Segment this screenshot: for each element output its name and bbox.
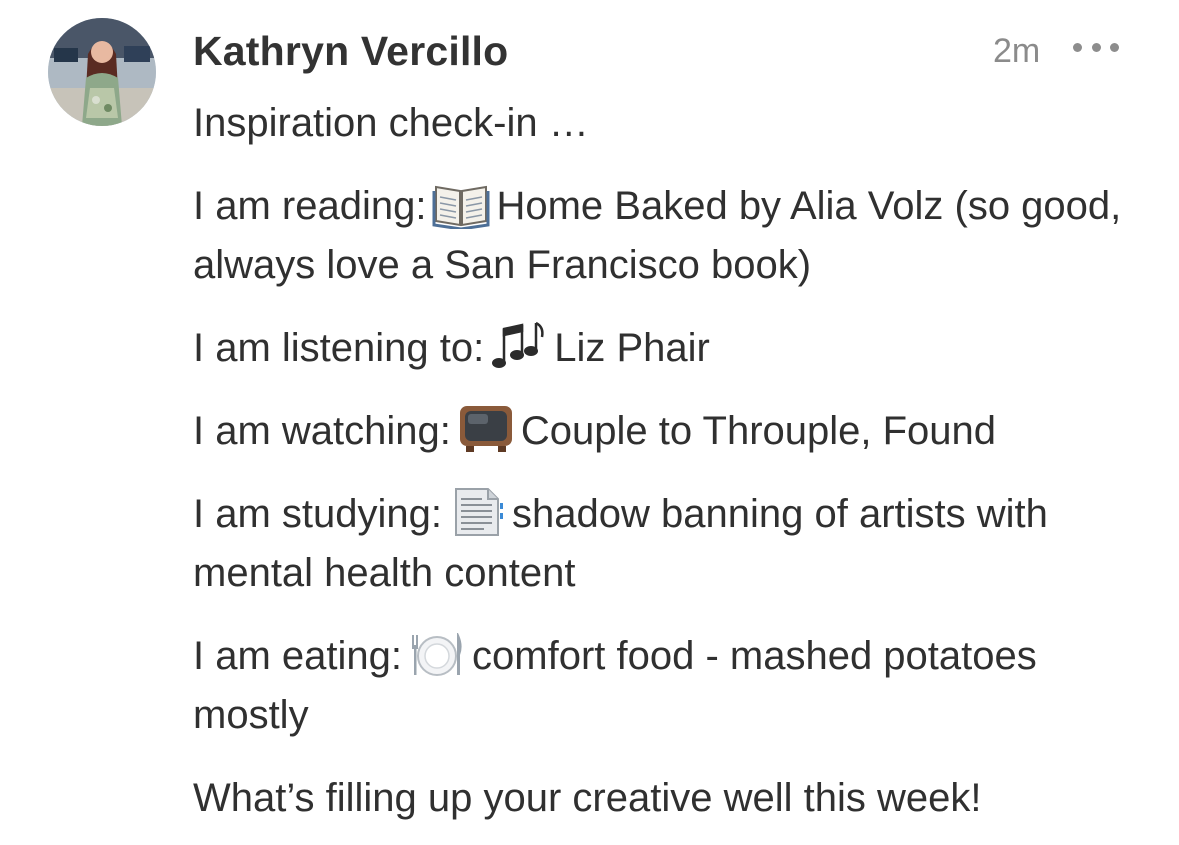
- dot: [1091, 42, 1101, 52]
- open-book-icon: [432, 179, 490, 229]
- dot: [1110, 42, 1119, 52]
- post-closing: What’s filling up your creative well thi…: [193, 776, 982, 820]
- line-label: I am studying:: [193, 492, 443, 536]
- plate-cutlery-icon: [408, 629, 466, 679]
- post-body: Inspiration check-in … I am reading: Hom…: [193, 94, 1153, 828]
- avatar[interactable]: [48, 18, 156, 126]
- timestamp: 2m: [993, 32, 1041, 70]
- more-options-icon[interactable]: [1073, 36, 1119, 58]
- music-notes-icon: [490, 321, 548, 371]
- post-line-watching: I am watching: Couple to Throuple, Found: [193, 402, 1153, 461]
- line-text: Couple to Throuple, Found: [520, 409, 997, 453]
- post-intro: Inspiration check-in …: [193, 101, 589, 145]
- document-icon: [448, 487, 506, 537]
- line-text: Liz Phair: [554, 326, 710, 370]
- dot: [1073, 42, 1082, 52]
- profile-photo: [48, 18, 156, 126]
- line-label: I am eating:: [193, 634, 403, 678]
- line-label: I am reading:: [193, 184, 427, 228]
- post-line-studying: I am studying: shadow banning of artists…: [193, 485, 1153, 603]
- line-label: I am watching:: [193, 409, 451, 453]
- post-line-reading: I am reading: Home Baked by Alia Volz (s…: [193, 177, 1153, 295]
- television-icon: [457, 404, 515, 454]
- post-line-listening: I am listening to: Liz Phair: [193, 319, 1153, 378]
- line-label: I am listening to:: [193, 326, 485, 370]
- post-line-eating: I am eating: comfort food - mashed potat…: [193, 627, 1153, 745]
- author-name[interactable]: Kathryn Vercillo: [193, 28, 508, 75]
